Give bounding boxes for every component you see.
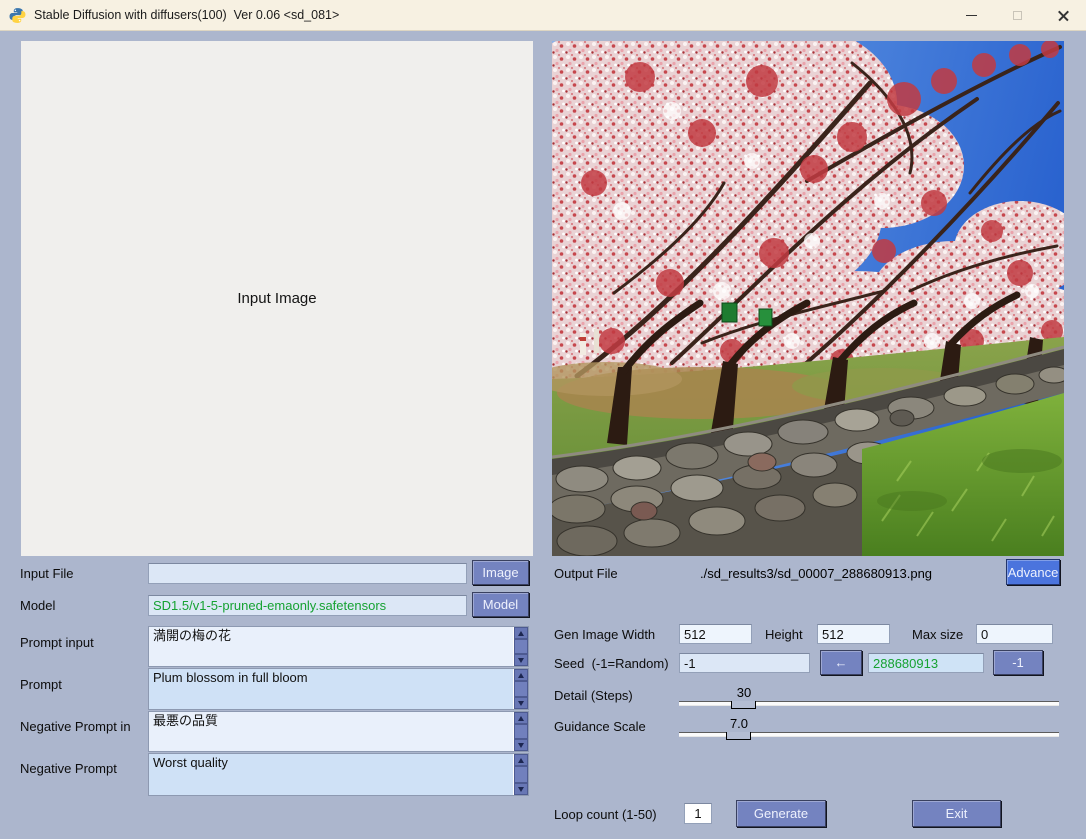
- scroll-up-icon[interactable]: [514, 627, 528, 639]
- input-image-placeholder: Input Image: [21, 41, 533, 556]
- output-file-path: ./sd_results3/sd_00007_288680913.png: [700, 566, 932, 581]
- model-field[interactable]: SD1.5/v1-5-pruned-emaonly.safetensors: [148, 595, 467, 616]
- negative-prompt-label: Negative Prompt: [20, 761, 117, 776]
- minimize-icon: [966, 15, 977, 17]
- steps-label: Detail (Steps): [554, 688, 633, 703]
- model-label: Model: [20, 598, 55, 613]
- exit-button[interactable]: Exit: [912, 800, 1001, 827]
- output-image: [552, 41, 1064, 556]
- guidance-label: Guidance Scale: [554, 719, 646, 734]
- height-field[interactable]: 512: [817, 624, 890, 644]
- scroll-down-icon[interactable]: [514, 783, 528, 795]
- scroll-down-icon[interactable]: [514, 739, 528, 751]
- loop-count-field[interactable]: 1: [684, 803, 712, 824]
- app-window: Stable Diffusion with diffusers(100) Ver…: [0, 0, 1086, 839]
- seed-field[interactable]: -1: [679, 653, 810, 673]
- max-size-label: Max size: [912, 627, 963, 642]
- negative-prompt-input-label: Negative Prompt in: [20, 719, 131, 734]
- negative-prompt-input-scrollbar[interactable]: [513, 712, 528, 751]
- prompt-box[interactable]: Plum blossom in full bloom: [148, 668, 529, 710]
- advance-button[interactable]: Advance: [1006, 559, 1060, 585]
- max-size-field[interactable]: 0: [976, 624, 1053, 644]
- scrollbar-thumb[interactable]: [514, 639, 528, 654]
- image-button[interactable]: Image: [472, 560, 529, 585]
- height-label: Height: [765, 627, 803, 642]
- scroll-down-icon[interactable]: [514, 697, 528, 709]
- negative-prompt-scrollbar[interactable]: [513, 754, 528, 795]
- prompt-label: Prompt: [20, 677, 62, 692]
- scroll-up-icon[interactable]: [514, 712, 528, 724]
- scrollbar-thumb[interactable]: [514, 724, 528, 739]
- scroll-down-icon[interactable]: [514, 654, 528, 666]
- minimize-button[interactable]: [948, 0, 994, 31]
- generate-button[interactable]: Generate: [736, 800, 826, 827]
- input-file-label: Input File: [20, 566, 73, 581]
- prompt-input-scrollbar[interactable]: [513, 627, 528, 666]
- seed-copy-button[interactable]: ←: [820, 650, 862, 675]
- steps-value: 30: [679, 685, 809, 700]
- scrollbar-thumb[interactable]: [514, 681, 528, 697]
- input-image-placeholder-text: Input Image: [237, 290, 316, 307]
- negative-prompt-text[interactable]: Worst quality: [149, 754, 513, 795]
- output-file-label: Output File: [554, 566, 618, 581]
- gen-width-field[interactable]: 512: [679, 624, 752, 644]
- scrollbar-thumb[interactable]: [514, 766, 528, 783]
- steps-slider-handle[interactable]: [731, 701, 756, 709]
- prompt-text[interactable]: Plum blossom in full bloom: [149, 669, 513, 709]
- seed-label: Seed (-1=Random): [554, 656, 669, 671]
- guidance-value: 7.0: [679, 716, 799, 731]
- loop-count-label: Loop count (1-50): [554, 807, 657, 822]
- seed-reset-button[interactable]: -1: [993, 650, 1043, 675]
- app-icon: [9, 7, 26, 24]
- prompt-input-text[interactable]: 満開の梅の花: [149, 627, 513, 666]
- prompt-scrollbar[interactable]: [513, 669, 528, 709]
- negative-prompt-input-text[interactable]: 最悪の品質: [149, 712, 513, 751]
- negative-prompt-input-box[interactable]: 最悪の品質: [148, 711, 529, 752]
- guidance-slider-handle[interactable]: [726, 732, 751, 740]
- gen-width-label: Gen Image Width: [554, 627, 655, 642]
- window-controls: [948, 0, 1086, 31]
- prompt-input-label: Prompt input: [20, 635, 94, 650]
- maximize-icon: [1013, 11, 1022, 20]
- close-button[interactable]: [1040, 0, 1086, 31]
- scroll-up-icon[interactable]: [514, 669, 528, 681]
- negative-prompt-box[interactable]: Worst quality: [148, 753, 529, 796]
- window-title: Stable Diffusion with diffusers(100) Ver…: [34, 8, 339, 22]
- prompt-input-box[interactable]: 満開の梅の花: [148, 626, 529, 667]
- maximize-button: [994, 0, 1040, 31]
- titlebar: Stable Diffusion with diffusers(100) Ver…: [0, 0, 1086, 31]
- input-file-field[interactable]: [148, 563, 467, 584]
- model-button[interactable]: Model: [472, 592, 529, 617]
- last-seed-field[interactable]: 288680913: [868, 653, 984, 673]
- scroll-up-icon[interactable]: [514, 754, 528, 766]
